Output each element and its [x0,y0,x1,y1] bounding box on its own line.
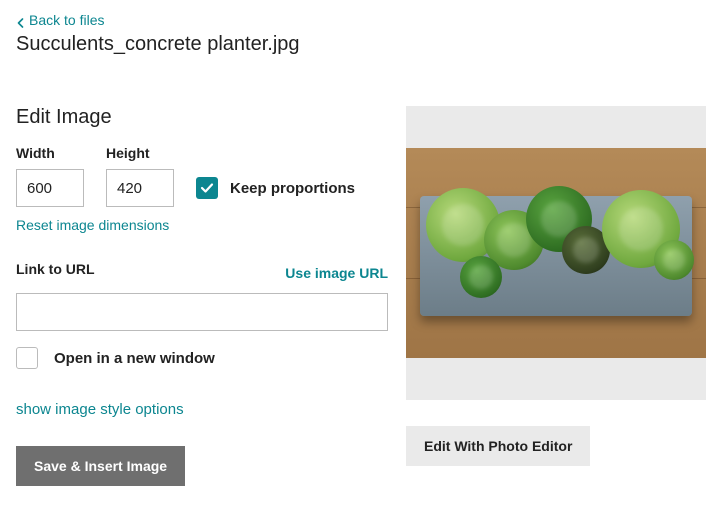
image-preview-frame [406,106,706,400]
image-preview [406,148,706,358]
reset-dimensions-link[interactable]: Reset image dimensions [16,217,169,233]
new-window-checkbox[interactable] [16,347,38,369]
back-link-label: Back to files [29,12,104,28]
height-label: Height [106,145,174,161]
show-style-options-link[interactable]: show image style options [16,401,184,418]
width-label: Width [16,145,84,161]
edit-with-photo-editor-button[interactable]: Edit With Photo Editor [406,426,590,466]
link-url-label: Link to URL [16,261,95,277]
filename-title: Succulents_concrete planter.jpg [16,33,711,56]
keep-proportions-label: Keep proportions [230,180,355,197]
save-insert-button[interactable]: Save & Insert Image [16,446,185,486]
back-to-files-link[interactable]: Back to files [16,12,104,28]
keep-proportions-checkbox[interactable] [196,177,218,199]
chevron-left-icon [16,15,26,25]
height-input[interactable] [106,169,174,207]
new-window-label: Open in a new window [54,350,215,367]
link-url-input[interactable] [16,293,388,331]
width-input[interactable] [16,169,84,207]
use-image-url-link[interactable]: Use image URL [285,265,388,281]
edit-image-heading: Edit Image [16,106,388,129]
check-icon [200,181,214,195]
